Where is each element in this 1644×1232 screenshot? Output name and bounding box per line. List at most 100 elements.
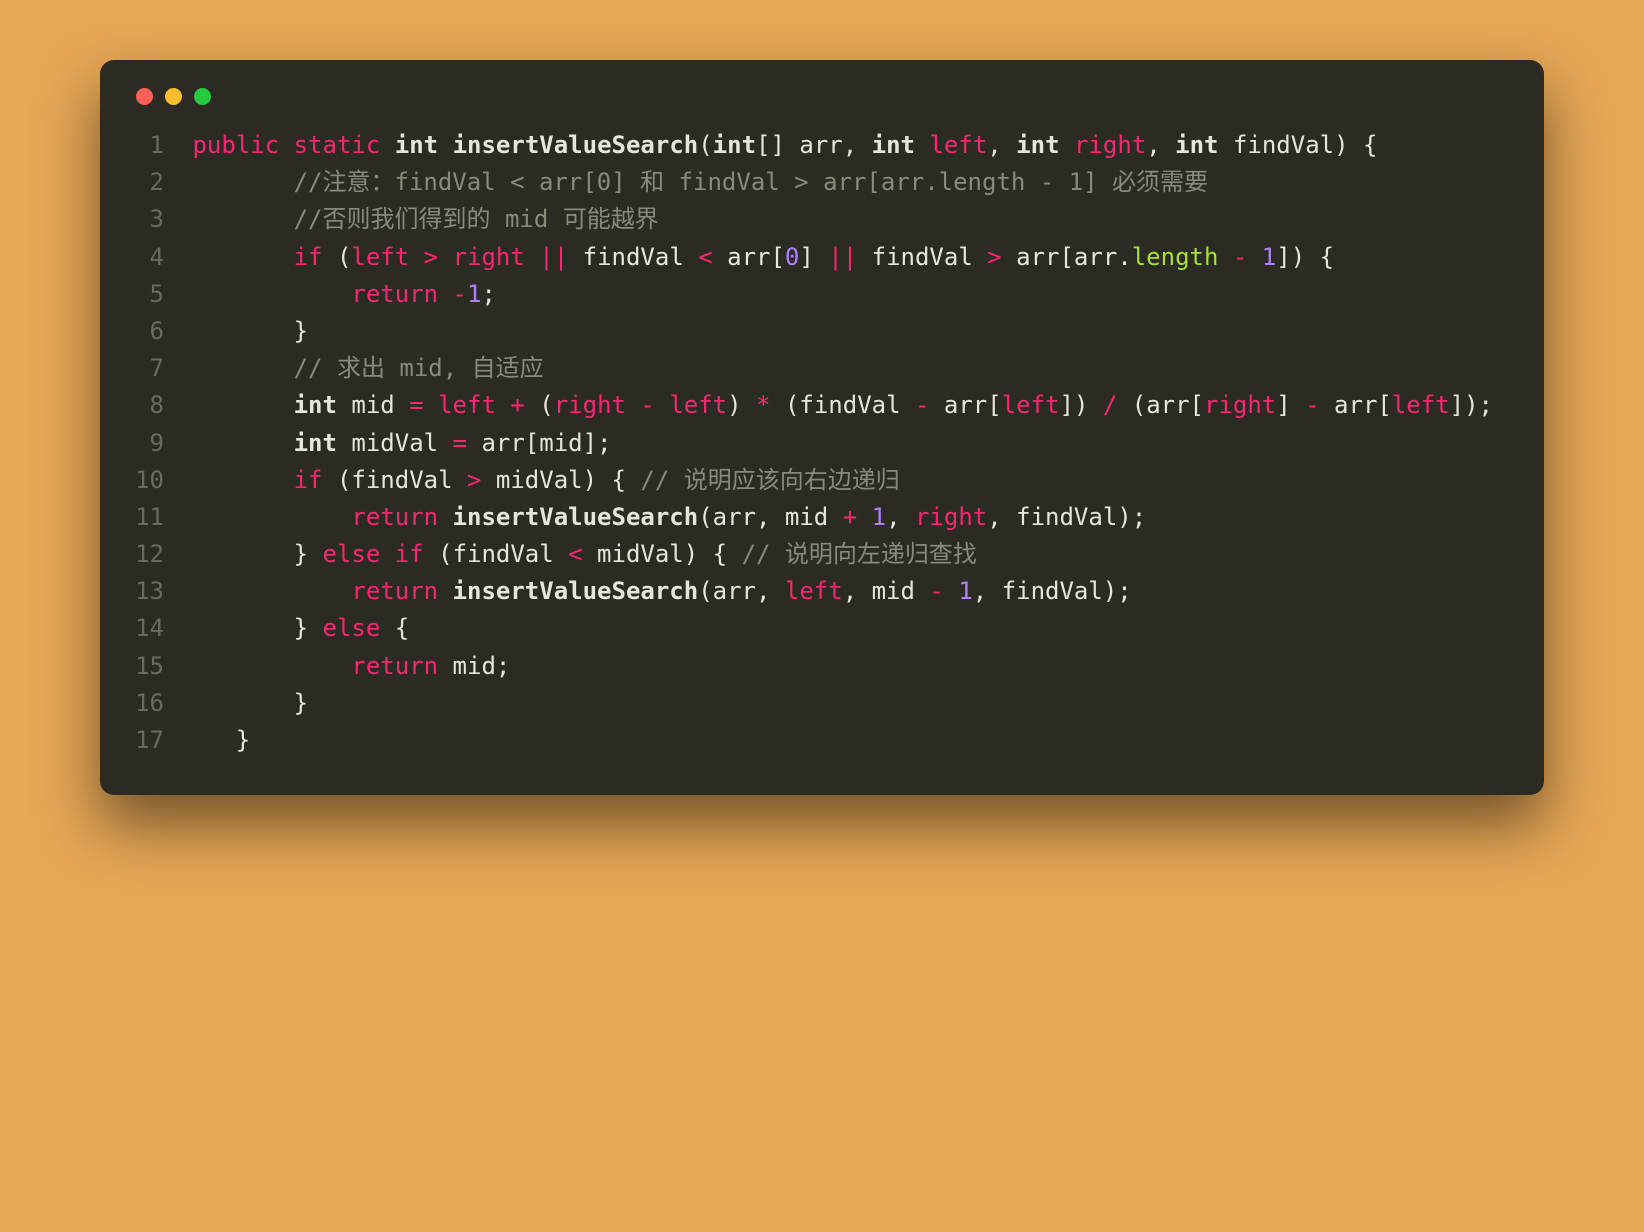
token-plain <box>178 614 294 642</box>
token-pun: { <box>395 614 409 642</box>
token-plain <box>178 317 294 345</box>
token-plain: mid <box>337 391 409 419</box>
code-line: 3 //否则我们得到的 mid 可能越界 <box>132 201 1512 238</box>
close-icon[interactable] <box>136 88 153 105</box>
token-plain: midVal <box>337 429 453 457</box>
token-fn: insertValueSearch <box>453 577 699 605</box>
token-plain <box>380 131 394 159</box>
token-plain: mid <box>438 652 496 680</box>
token-plain <box>1088 391 1102 419</box>
token-plain: arr[ <box>1146 391 1204 419</box>
token-kw: return <box>351 503 438 531</box>
token-plain <box>178 391 294 419</box>
token-kw: public <box>192 131 279 159</box>
token-plain: findVal <box>568 243 698 271</box>
maximize-icon[interactable] <box>194 88 211 105</box>
token-pun: , <box>987 131 1016 159</box>
token-plain <box>178 205 294 233</box>
token-type: int <box>872 131 915 159</box>
line-content: } else if (findVal < midVal) { // 说明向左递归… <box>178 536 1512 573</box>
token-plain <box>424 540 438 568</box>
token-pun: , <box>1146 131 1175 159</box>
line-content: //否则我们得到的 mid 可能越界 <box>178 201 1512 238</box>
token-pun: } <box>294 540 323 568</box>
code-line: 4 if (left > right || findVal < arr[0] |… <box>132 239 1512 276</box>
token-plain <box>438 131 452 159</box>
token-plain: arr[ <box>1320 391 1392 419</box>
line-number: 11 <box>132 499 178 536</box>
token-op: || <box>539 243 568 271</box>
token-op: < <box>568 540 582 568</box>
token-op: / <box>1103 391 1117 419</box>
token-pun: ( <box>438 540 452 568</box>
token-plain <box>178 726 236 754</box>
token-com: //注意：findVal < arr[0] 和 findVal > arr[ar… <box>294 168 1208 196</box>
token-plain <box>380 540 394 568</box>
token-pun: , <box>973 577 1002 605</box>
token-plain <box>655 391 669 419</box>
code-line: 15 return mid; <box>132 648 1512 685</box>
line-content: } <box>178 313 1512 350</box>
token-pun: ) { <box>1334 131 1377 159</box>
token-var: left <box>438 391 496 419</box>
token-pun: } <box>294 317 308 345</box>
token-plain: findVal <box>1219 131 1335 159</box>
token-kw: return <box>351 577 438 605</box>
token-plain: findVal <box>1016 503 1117 531</box>
token-plain <box>323 243 337 271</box>
token-pun: ); <box>1464 391 1493 419</box>
token-plain <box>178 577 351 605</box>
token-var: right <box>1204 391 1276 419</box>
code-window: 1 public static int insertValueSearch(in… <box>100 60 1544 795</box>
token-var: left <box>1392 391 1450 419</box>
token-plain <box>409 243 423 271</box>
token-pun: [] <box>756 131 799 159</box>
minimize-icon[interactable] <box>165 88 182 105</box>
token-com: //否则我们得到的 mid 可能越界 <box>294 205 659 233</box>
token-pun: ); <box>1117 503 1146 531</box>
line-number: 17 <box>132 722 178 759</box>
token-op: - <box>915 391 929 419</box>
code-editor[interactable]: 1 public static int insertValueSearch(in… <box>132 127 1512 759</box>
token-var: right <box>915 503 987 531</box>
token-plain: arr[mid] <box>467 429 597 457</box>
token-plain: mid <box>872 577 930 605</box>
token-pun: ; <box>496 652 510 680</box>
token-kw: if <box>294 243 323 271</box>
token-plain <box>438 243 452 271</box>
code-line: 9 int midVal = arr[mid]; <box>132 425 1512 462</box>
line-content: return -1; <box>178 276 1512 313</box>
token-plain: arr <box>713 577 756 605</box>
line-number: 8 <box>132 387 178 424</box>
token-plain <box>525 391 539 419</box>
token-plain <box>915 131 929 159</box>
token-pun: } <box>294 689 308 717</box>
token-op: = <box>453 429 467 457</box>
token-plain <box>1247 243 1261 271</box>
line-number: 14 <box>132 610 178 647</box>
token-fn: insertValueSearch <box>453 503 699 531</box>
token-plain: findVal <box>453 540 569 568</box>
line-number: 5 <box>132 276 178 313</box>
token-var: right <box>554 391 626 419</box>
token-op: + <box>843 503 857 531</box>
token-kw: static <box>294 131 381 159</box>
token-pun: ; <box>597 429 611 457</box>
code-line: 16 } <box>132 685 1512 722</box>
code-line: 10 if (findVal > midVal) { // 说明应该向右边递归 <box>132 462 1512 499</box>
token-var: left <box>929 131 987 159</box>
token-plain: findVal <box>799 391 915 419</box>
token-pun: ) { <box>583 466 641 494</box>
token-type: int <box>1175 131 1218 159</box>
line-number: 13 <box>132 573 178 610</box>
token-var: right <box>453 243 525 271</box>
line-number: 15 <box>132 648 178 685</box>
line-number: 4 <box>132 239 178 276</box>
token-plain: ] <box>1276 391 1305 419</box>
token-plain <box>438 577 452 605</box>
token-prop: length <box>1132 243 1219 271</box>
token-plain: ] <box>1059 391 1073 419</box>
code-line: 13 return insertValueSearch(arr, left, m… <box>132 573 1512 610</box>
token-plain <box>496 391 510 419</box>
line-number: 12 <box>132 536 178 573</box>
